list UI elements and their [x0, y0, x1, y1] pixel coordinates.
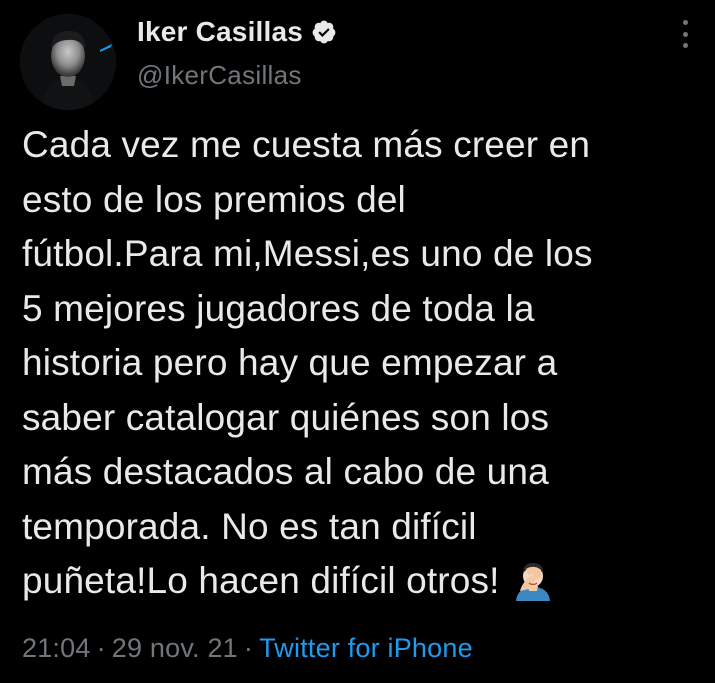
- tweet-text-line: más destacados al cabo de una: [22, 451, 549, 492]
- tweet-time[interactable]: 21:04: [22, 633, 91, 663]
- tweet-source-link[interactable]: Twitter for iPhone: [259, 633, 473, 663]
- author-handle[interactable]: @IkerCasillas: [137, 60, 337, 91]
- tweet-date[interactable]: 29 nov. 21: [112, 633, 238, 663]
- more-dot: [682, 20, 688, 25]
- more-dot: [682, 43, 688, 48]
- tweet-text-line: fútbol.Para mi,Messi,es uno de los: [22, 233, 593, 274]
- more-dot: [682, 31, 688, 37]
- tweet-text-line: puñeta!Lo hacen difícil otros!: [22, 560, 500, 601]
- facepalm-emoji-icon: [514, 561, 552, 601]
- avatar[interactable]: [20, 14, 116, 110]
- tweet-text-line: saber catalogar quiénes son los: [22, 396, 550, 438]
- verified-badge-icon: [311, 19, 337, 45]
- tweet: Iker Casillas @IkerCasillas Cada vez me …: [0, 0, 715, 683]
- author-display-name[interactable]: Iker Casillas: [137, 16, 303, 48]
- tweet-metadata: 21:04 · 29 nov. 21 · Twitter for iPhone: [22, 633, 473, 664]
- tweet-text-line: Cada vez me cuesta más creer en: [22, 124, 591, 165]
- more-vertical-icon[interactable]: [677, 20, 693, 48]
- tweet-text: Cada vez me cuesta más creer en esto de …: [22, 118, 707, 609]
- tweet-text-line: temporada. No es tan difícil: [22, 505, 477, 547]
- tweet-text-line: historia pero hay que empezar a: [22, 342, 558, 383]
- tweet-text-line: esto de los premios del: [22, 178, 406, 220]
- tweet-text-line: 5 mejores jugadores de toda la: [22, 287, 535, 329]
- avatar-photo: [20, 14, 116, 110]
- meta-separator: ·: [243, 633, 254, 663]
- tweet-header: Iker Casillas @IkerCasillas: [137, 12, 337, 91]
- author-name-row: Iker Casillas: [137, 12, 337, 52]
- tweet-text-line-last: puñeta!Lo hacen difícil otros!: [22, 554, 707, 609]
- meta-separator: ·: [96, 633, 106, 663]
